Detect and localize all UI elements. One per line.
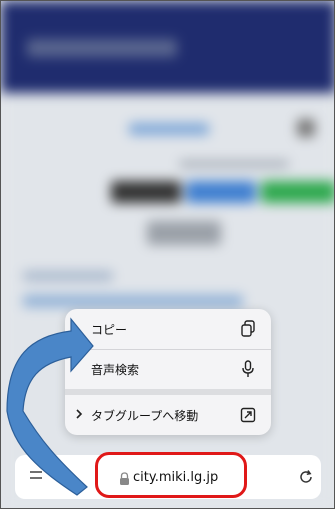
screenshot-frame: コピー 音声検索 タブグループへ移動 city.miki.lg.jp	[0, 0, 335, 509]
annotation-arrow	[6, 317, 94, 496]
